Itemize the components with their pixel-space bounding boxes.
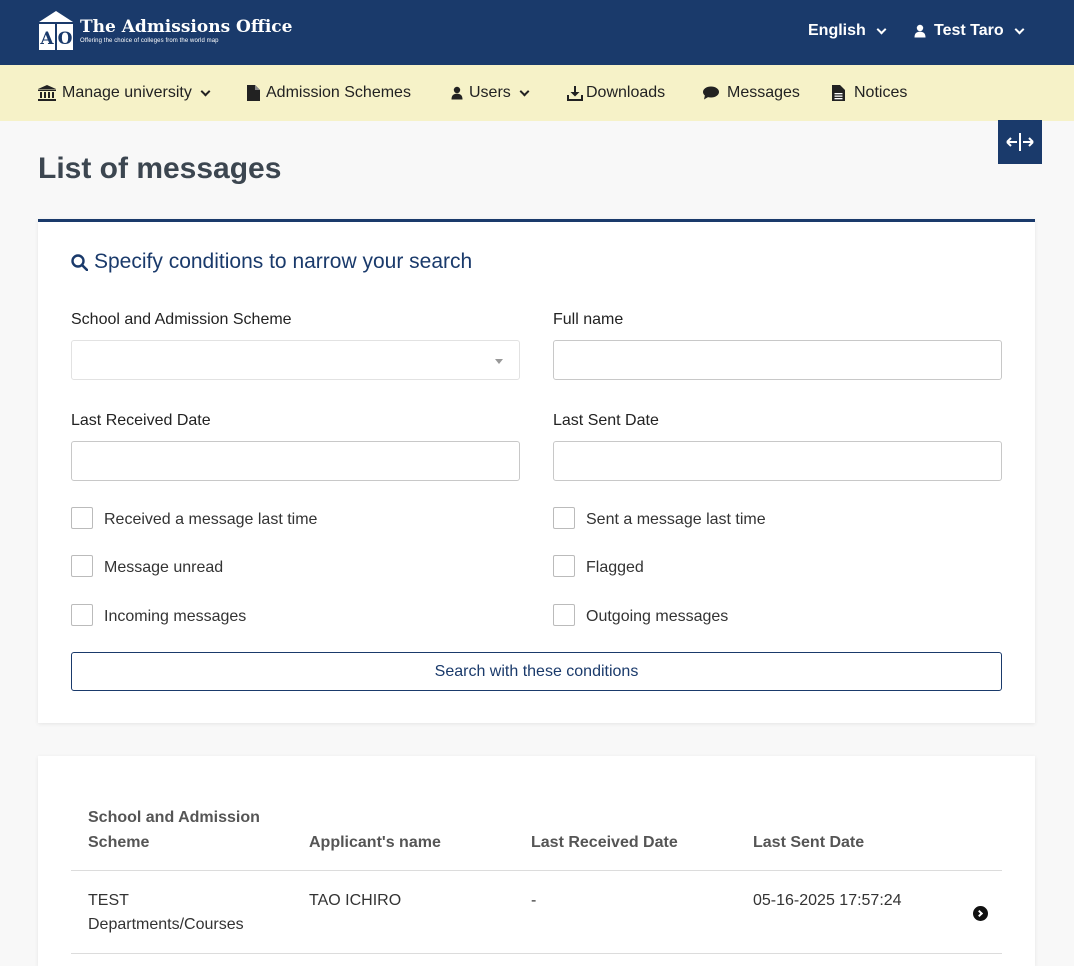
- nav-item-users[interactable]: Users: [451, 84, 530, 102]
- search-card: Specify conditions to narrow your search…: [38, 219, 1035, 723]
- unread-checkbox[interactable]: Message unread: [71, 555, 223, 577]
- checkbox-label: Incoming messages: [104, 607, 247, 625]
- received-last-checkbox[interactable]: Received a message last time: [71, 507, 317, 529]
- svg-text:A: A: [39, 29, 54, 49]
- main-nav: Manage university Admission Schemes User…: [0, 65, 1074, 121]
- checkbox-label: Flagged: [586, 558, 644, 576]
- cell-applicant: TAO ICHIRO: [309, 892, 402, 909]
- sent-last-checkbox[interactable]: Sent a message last time: [553, 507, 766, 529]
- checkbox-label: Message unread: [104, 558, 224, 576]
- caret-down-icon: [495, 359, 503, 364]
- checkbox-box[interactable]: [553, 555, 575, 577]
- last-sent-input[interactable]: [553, 441, 1002, 481]
- logo-mark-icon: A O: [38, 10, 74, 51]
- user-icon: [451, 86, 463, 100]
- download-icon: [567, 85, 583, 101]
- cell-last-received: -: [531, 892, 537, 909]
- incoming-checkbox[interactable]: Incoming messages: [71, 604, 246, 626]
- nav-item-admission-schemes[interactable]: Admission Schemes: [247, 84, 411, 102]
- checkbox-label: Outgoing messages: [586, 607, 729, 625]
- language-label: English: [808, 22, 866, 39]
- university-icon: [38, 85, 56, 101]
- chevron-circle-right-icon[interactable]: [973, 906, 988, 921]
- brand-logo[interactable]: A O The Admissions Office Offering the c…: [38, 10, 292, 51]
- file-icon: [247, 85, 260, 101]
- nav-item-downloads[interactable]: Downloads: [567, 84, 665, 102]
- search-submit-button[interactable]: Search with these conditions: [71, 652, 1002, 691]
- comment-icon: [703, 86, 719, 100]
- nav-label: Messages: [727, 84, 800, 101]
- nav-label: Users: [469, 84, 511, 101]
- file-text-icon: [832, 85, 845, 101]
- user-icon: [914, 24, 926, 38]
- last-received-input[interactable]: [71, 441, 520, 481]
- column-header-school[interactable]: School and Admission Scheme: [88, 805, 278, 855]
- nav-label: Admission Schemes: [266, 84, 411, 101]
- page-title: List of messages: [38, 152, 282, 185]
- checkbox-box[interactable]: [71, 555, 93, 577]
- cell-last-sent: 05-16-2025 17:57:24: [753, 892, 902, 909]
- school-scheme-label: School and Admission Scheme: [71, 311, 292, 328]
- nav-item-notices[interactable]: Notices: [832, 84, 907, 102]
- column-header-last-received[interactable]: Last Received Date: [531, 830, 678, 855]
- language-dropdown[interactable]: English: [808, 22, 887, 40]
- school-scheme-select[interactable]: [71, 340, 520, 380]
- nav-item-manage-university[interactable]: Manage university: [38, 84, 211, 102]
- chevron-down-icon: [1014, 24, 1025, 34]
- row-divider: [71, 953, 1002, 954]
- nav-label: Notices: [854, 84, 908, 101]
- header-divider: [71, 870, 1002, 871]
- search-icon: [71, 253, 88, 271]
- chevron-down-icon: [200, 86, 211, 96]
- checkbox-box[interactable]: [71, 604, 93, 626]
- chevron-down-icon: [519, 86, 530, 96]
- search-heading: Specify conditions to narrow your search: [71, 250, 472, 274]
- nav-label: Downloads: [586, 84, 666, 101]
- cell-school: TEST Departments/Courses: [88, 892, 244, 933]
- nav-label: Manage university: [62, 84, 192, 101]
- last-sent-label: Last Sent Date: [553, 412, 659, 429]
- brand-title: The Admissions Office: [80, 16, 293, 37]
- checkbox-box[interactable]: [71, 507, 93, 529]
- checkbox-box[interactable]: [553, 604, 575, 626]
- user-menu-dropdown[interactable]: Test Taro: [914, 22, 1025, 40]
- flagged-checkbox[interactable]: Flagged: [553, 555, 644, 577]
- column-header-last-sent[interactable]: Last Sent Date: [753, 830, 864, 855]
- expand-width-button[interactable]: [998, 120, 1042, 164]
- chevron-down-icon: [876, 24, 887, 34]
- last-received-label: Last Received Date: [71, 412, 211, 429]
- results-table: School and Admission Scheme Applicant's …: [38, 756, 1035, 966]
- nav-item-messages[interactable]: Messages: [703, 84, 800, 102]
- full-name-input[interactable]: [553, 340, 1002, 380]
- checkbox-box[interactable]: [553, 507, 575, 529]
- brand-subtitle: Offering the choice of colleges from the…: [80, 37, 219, 44]
- checkbox-label: Received a message last time: [104, 510, 318, 528]
- search-heading-text: Specify conditions to narrow your search: [94, 250, 473, 273]
- checkbox-label: Sent a message last time: [586, 510, 766, 528]
- outgoing-checkbox[interactable]: Outgoing messages: [553, 604, 728, 626]
- user-name: Test Taro: [934, 22, 1004, 39]
- full-name-label: Full name: [553, 311, 624, 328]
- svg-text:O: O: [58, 29, 73, 49]
- arrows-horizontal-icon: [1006, 133, 1034, 151]
- column-header-applicant[interactable]: Applicant's name: [309, 830, 441, 855]
- top-header: A O The Admissions Office Offering the c…: [0, 0, 1074, 65]
